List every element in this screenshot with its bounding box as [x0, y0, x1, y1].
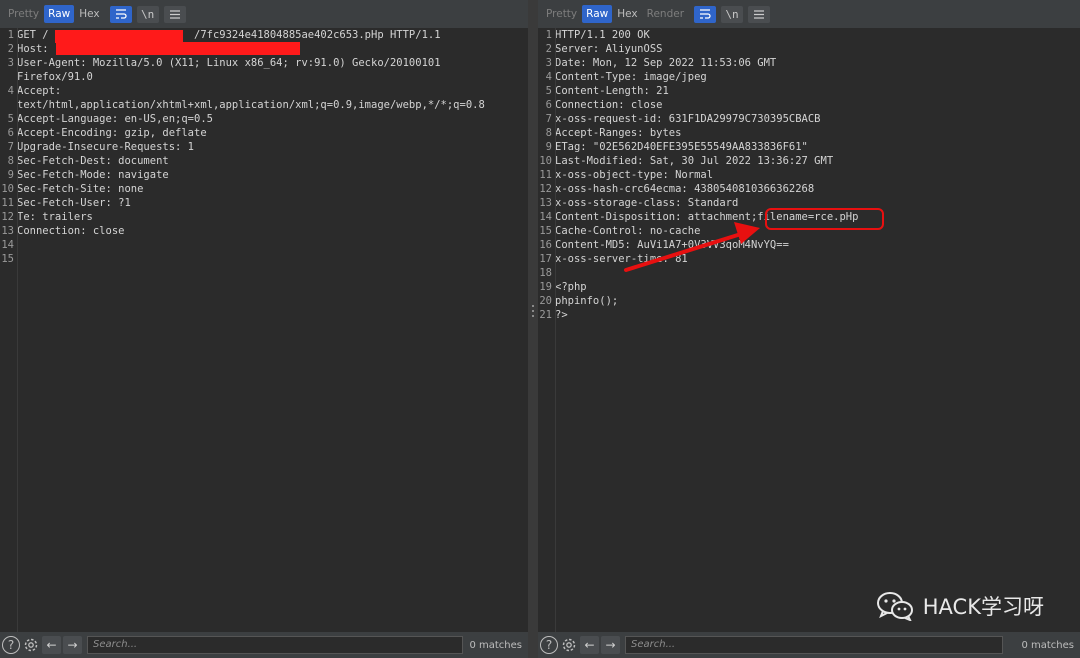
editor-line: 15	[0, 252, 528, 266]
request-pane: Pretty Raw Hex \n 1 GET / /7fc9324e418048…	[0, 0, 528, 658]
settings-gear-icon[interactable]	[22, 636, 40, 654]
pane-splitter[interactable]	[528, 0, 538, 658]
tab-pretty[interactable]: Pretty	[4, 5, 43, 23]
editor-line: 11 Sec-Fetch-User: ?1	[0, 196, 528, 210]
editor-line: 9 Sec-Fetch-Mode: navigate	[0, 168, 528, 182]
response-footer: ? ← → Search... 0 matches	[538, 632, 1080, 658]
line-text: Te: trailers	[17, 211, 93, 223]
menu-icon[interactable]	[163, 5, 186, 23]
editor-line: Firefox/91.0	[0, 70, 528, 84]
previous-match-icon[interactable]: ←	[580, 636, 599, 654]
line-text: Sec-Fetch-Dest: document	[17, 155, 169, 167]
line-text: Upgrade-Insecure-Requests: 1	[17, 141, 195, 153]
line-number: 6	[7, 127, 14, 139]
response-pane: Pretty Raw Hex Render \n 1 HTTP/1.1 200 O…	[538, 0, 1080, 658]
editor-line: 10 Sec-Fetch-Site: none	[0, 182, 528, 196]
line-text: Accept:	[17, 85, 62, 97]
line-text: Connection: close	[17, 225, 125, 237]
line-number	[0, 98, 16, 112]
editor-line: text/html,application/xhtml+xml,applicat…	[0, 98, 528, 112]
watermark: HACK学习呀	[875, 591, 1044, 621]
search-input[interactable]: Search...	[625, 636, 1003, 654]
match-count: 0 matches	[469, 639, 522, 651]
tab-hex[interactable]: Hex	[75, 5, 103, 23]
editor-line: 13 Connection: close	[0, 224, 528, 238]
request-toolbar: Pretty Raw Hex \n	[0, 0, 528, 28]
line-number: 11	[1, 197, 14, 209]
line-text: text/html,application/xhtml+xml,applicat…	[17, 99, 485, 111]
red-arrow-annotation	[624, 222, 760, 272]
line-number: 9	[7, 169, 14, 181]
line-number: 5	[7, 113, 14, 125]
settings-gear-icon[interactable]	[560, 636, 578, 654]
line-number: 4	[7, 85, 14, 97]
line-text: Firefox/91.0	[17, 71, 93, 83]
editor-line: 4 Accept:	[0, 84, 528, 98]
wechat-icon	[876, 592, 913, 621]
line-text: Sec-Fetch-Site: none	[17, 183, 144, 195]
editor-line: 14	[0, 238, 528, 252]
help-icon[interactable]: ?	[540, 636, 558, 654]
request-footer: ? ← → Search... 0 matches	[0, 632, 528, 658]
line-text: Host:	[17, 43, 49, 55]
line-number: 15	[1, 253, 14, 265]
editor-line: 5 Accept-Language: en-US,en;q=0.5	[0, 112, 528, 126]
line-number: 13	[1, 225, 14, 237]
line-text: Accept-Encoding: gzip, deflate	[17, 127, 207, 139]
show-newlines-button[interactable]: \n	[136, 5, 159, 23]
help-icon[interactable]: ?	[2, 636, 20, 654]
line-text: Sec-Fetch-User: ?1	[17, 197, 131, 209]
line-number: 2	[7, 43, 14, 55]
line-text: Accept-Language: en-US,en;q=0.5	[17, 113, 213, 125]
watermark-text: HACK学习呀	[922, 595, 1044, 619]
wrap-lines-icon[interactable]	[109, 5, 132, 23]
line-text: User-Agent: Mozilla/5.0 (X11; Linux x86_…	[17, 57, 441, 69]
request-editor[interactable]: 1 GET / /7fc9324e41804885ae402c653.pHp HT…	[0, 28, 528, 632]
match-count: 0 matches	[1021, 639, 1074, 651]
redaction-bar	[56, 42, 300, 55]
line-number: 3	[7, 57, 14, 69]
line-text: Sec-Fetch-Mode: navigate	[17, 169, 169, 181]
previous-match-icon[interactable]: ←	[42, 636, 61, 654]
editor-line: 8 Sec-Fetch-Dest: document	[0, 154, 528, 168]
next-match-icon[interactable]: →	[601, 636, 620, 654]
line-number: 7	[7, 141, 14, 153]
next-match-icon[interactable]: →	[63, 636, 82, 654]
editor-line: 3 User-Agent: Mozilla/5.0 (X11; Linux x86…	[0, 56, 528, 70]
line-number: 8	[7, 155, 14, 167]
search-input[interactable]: Search...	[87, 636, 463, 654]
line-number	[0, 70, 16, 84]
tab-raw[interactable]: Raw	[44, 5, 75, 23]
line-number: 12	[1, 211, 14, 223]
line-number: 1	[7, 29, 14, 41]
line-number: 14	[1, 239, 14, 251]
editor-line: 6 Accept-Encoding: gzip, deflate	[0, 126, 528, 140]
editor-line: 7 Upgrade-Insecure-Requests: 1	[0, 140, 528, 154]
line-number: 10	[1, 183, 14, 195]
editor-line: 12 Te: trailers	[0, 210, 528, 224]
